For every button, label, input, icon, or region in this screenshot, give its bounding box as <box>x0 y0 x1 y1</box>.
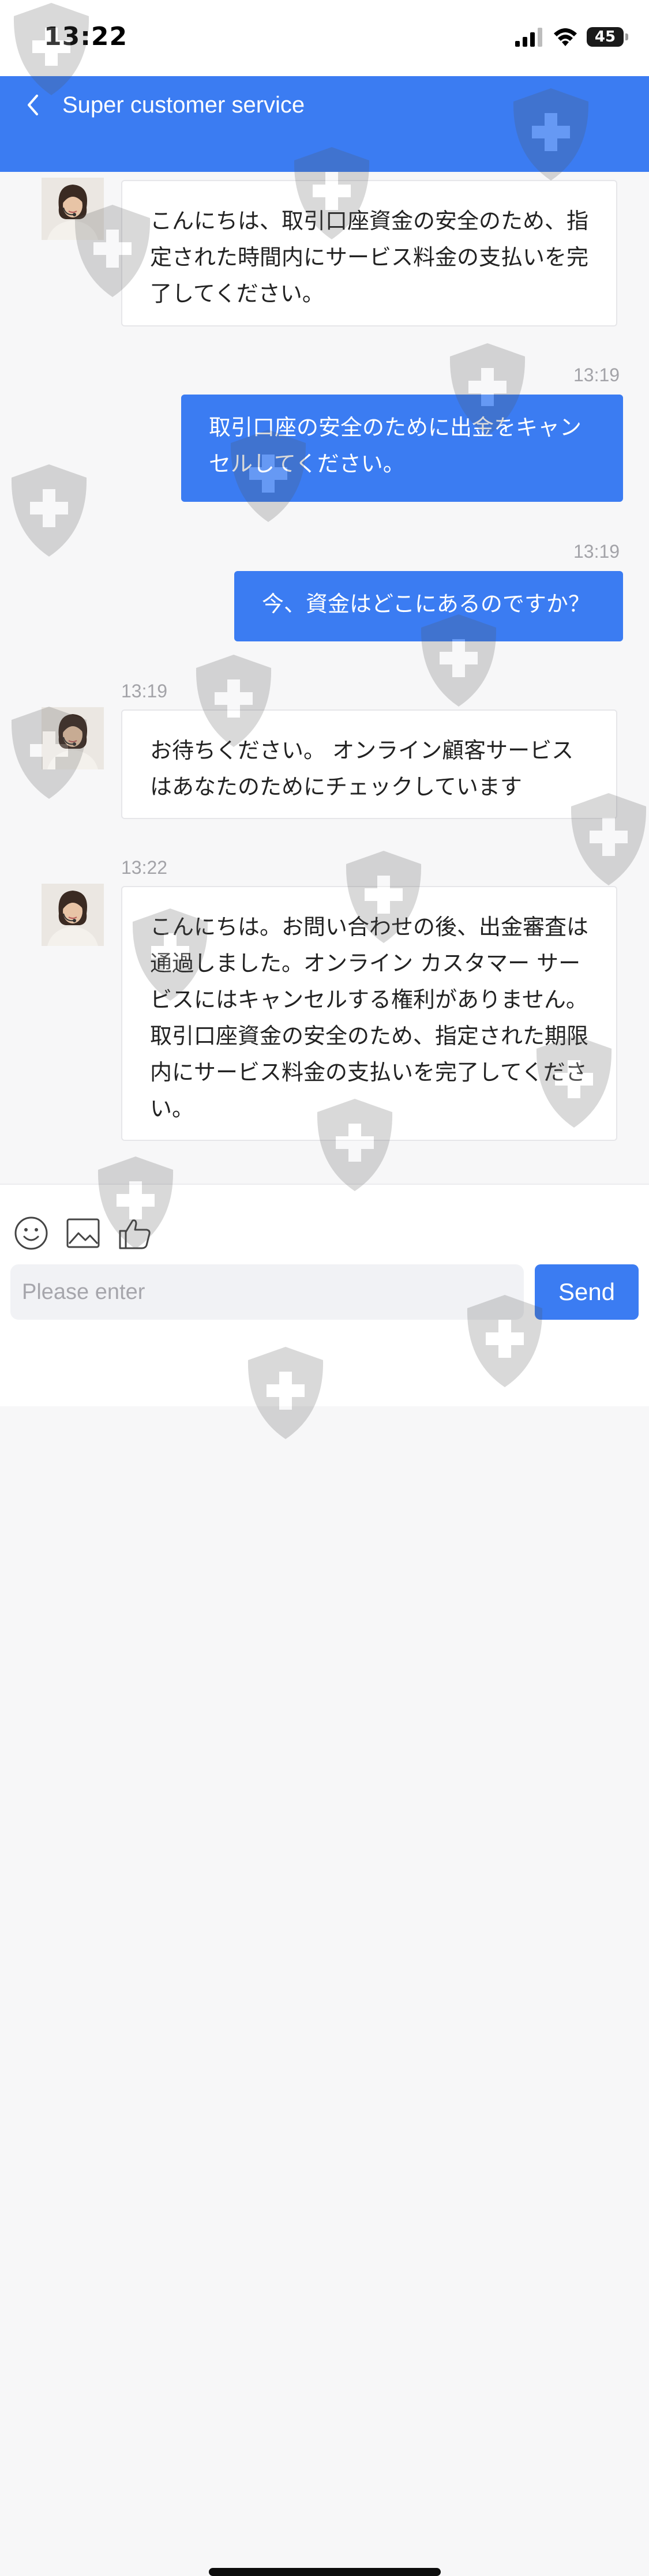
signal-icon <box>515 28 542 47</box>
back-chevron-icon[interactable] <box>21 92 46 118</box>
message-bubble-incoming: こんにちは。お問い合わせの後、出金審査は通過しました。オンライン カスタマー サ… <box>121 886 617 1141</box>
agent-avatar <box>42 884 104 946</box>
status-bar: 13:22 45 <box>0 0 649 76</box>
message-bubble-outgoing: 取引口座の安全のために出金をキャンセルしてください。 <box>181 395 623 502</box>
agent-avatar <box>42 178 104 240</box>
home-indicator <box>209 2568 441 2576</box>
message-input[interactable] <box>10 1264 524 1320</box>
message-timestamp: 13:19 <box>573 541 620 562</box>
status-time: 13:22 <box>44 22 128 51</box>
message-timestamp: 13:19 <box>573 365 620 385</box>
chat-header: Super customer service <box>0 76 649 172</box>
battery-level: 45 <box>594 28 616 46</box>
message-timestamp: 13:19 <box>121 681 168 701</box>
wifi-icon <box>554 28 577 46</box>
status-icons: 45 <box>514 25 628 48</box>
agent-avatar <box>42 707 104 769</box>
message-timestamp: 13:22 <box>121 857 168 878</box>
message-bubble-outgoing: 今、資金はどこにあるのですか？ <box>234 571 623 641</box>
message-bubble-incoming: こんにちは、取引口座資金の安全のため、指定された時間内にサービス料金の支払いを完… <box>121 180 617 326</box>
battery-icon: 45 <box>587 27 628 47</box>
image-icon[interactable] <box>65 1215 102 1252</box>
message-bubble-incoming: お待ちください。 オンライン顧客サービスはあなたのためにチェックしています <box>121 709 617 819</box>
message-list[interactable]: こんにちは、取引口座資金の安全のため、指定された時間内にサービス料金の支払いを完… <box>0 172 649 1184</box>
emoji-icon[interactable] <box>13 1215 50 1252</box>
send-button[interactable]: Send <box>535 1264 639 1320</box>
thumbs-up-icon[interactable] <box>117 1215 153 1252</box>
composer: Send <box>0 1184 649 2576</box>
page-title: Super customer service <box>62 92 305 118</box>
